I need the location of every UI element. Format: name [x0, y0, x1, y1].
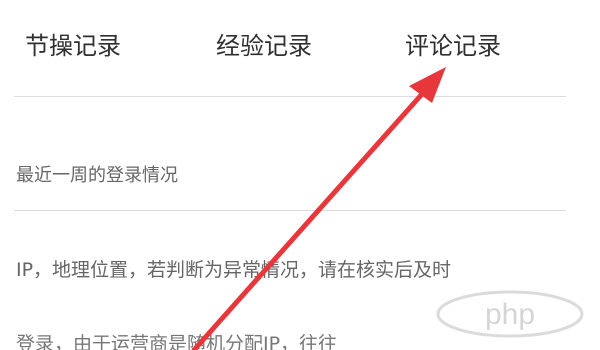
tab-comment-record[interactable]: 评论记录 [405, 28, 501, 64]
section-divider [14, 210, 566, 211]
tab-experience-record[interactable]: 经验记录 [216, 28, 312, 64]
record-tabs: 节操记录 经验记录 评论记录 [0, 0, 600, 96]
recent-login-text: 最近一周的登录情况 [16, 165, 178, 186]
tab-divider [14, 96, 566, 97]
watermark-text: php [485, 298, 535, 331]
watermark-logo: php [436, 290, 584, 338]
arrow-shaft [191, 81, 434, 350]
login-note-line-1: IP，地理位置，若判断为异常情况，请在核实后及时 [16, 259, 452, 281]
login-record-page: 节操记录 经验记录 评论记录 最近一周的登录情况 IP，地理位置，若判断为异常情… [0, 0, 600, 350]
tab-conduct-record[interactable]: 节操记录 [25, 28, 121, 64]
